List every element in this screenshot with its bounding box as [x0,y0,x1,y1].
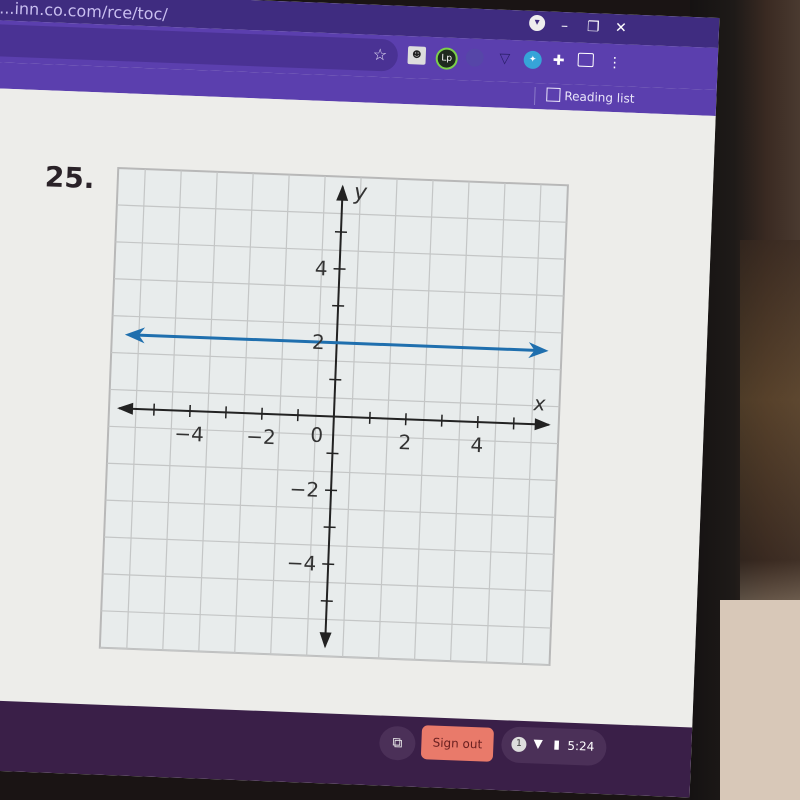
x-tick-label: 4 [470,433,484,457]
page-content: 25. −4 −2 2 4 4 2 −2 −4 0 x y [0,87,716,728]
close-button[interactable]: ✕ [615,20,627,36]
globe-extension-icon[interactable]: ✦ [523,50,543,70]
vee-extension-icon[interactable]: ▽ [495,49,514,68]
x-tick-label: −2 [246,424,276,449]
profile-extension-icon[interactable]: ☻ [407,46,427,65]
reading-list-icon [546,87,561,102]
divider [533,86,536,106]
sign-out-button[interactable]: Sign out [420,725,495,762]
lp-extension-icon[interactable]: Lp [435,47,459,70]
origin-label: 0 [310,423,324,447]
screen-capture-icon[interactable]: ⧉ [378,725,417,761]
background-glow [740,240,800,640]
screen: ▾ – ❐ ✕ ...inn.co.com/rce/toc/ ☆ ☻ Lp ▽ … [0,0,720,798]
puzzle-extension-icon[interactable]: ✚ [549,52,568,71]
menu-icon[interactable]: ⋮ [605,54,624,73]
bookmark-star-icon[interactable]: ☆ [372,45,387,65]
minimize-button[interactable]: – [561,18,569,34]
problem-number: 25. [44,160,96,196]
y-tick-label: −4 [286,551,316,576]
x-axis-label: x [532,391,546,415]
y-axis-label: y [352,180,368,206]
profile-dropdown-icon[interactable]: ▾ [528,14,546,32]
x-tick-label: 2 [398,430,412,454]
status-tray[interactable]: 1 ▼ ▮ 5:24 [500,726,608,767]
x-tick-label: −4 [174,421,204,446]
reading-list-button[interactable]: Reading list [546,87,635,106]
notification-badge: 1 [511,736,527,753]
reading-list-label: Reading list [564,89,635,106]
shield-extension-icon[interactable] [465,48,485,67]
clock: 5:24 [567,738,595,754]
wifi-icon: ▼ [533,736,543,751]
y-tick-label: 4 [314,256,328,280]
background-cloth [720,600,800,800]
coordinate-plane: −4 −2 2 4 4 2 −2 −4 0 x y [98,167,569,667]
restore-button[interactable]: ❐ [587,19,600,35]
y-tick-label: −2 [289,477,319,502]
battery-icon: ▮ [553,737,561,752]
y-tick-label: 2 [312,330,326,354]
cast-icon[interactable] [577,52,595,68]
